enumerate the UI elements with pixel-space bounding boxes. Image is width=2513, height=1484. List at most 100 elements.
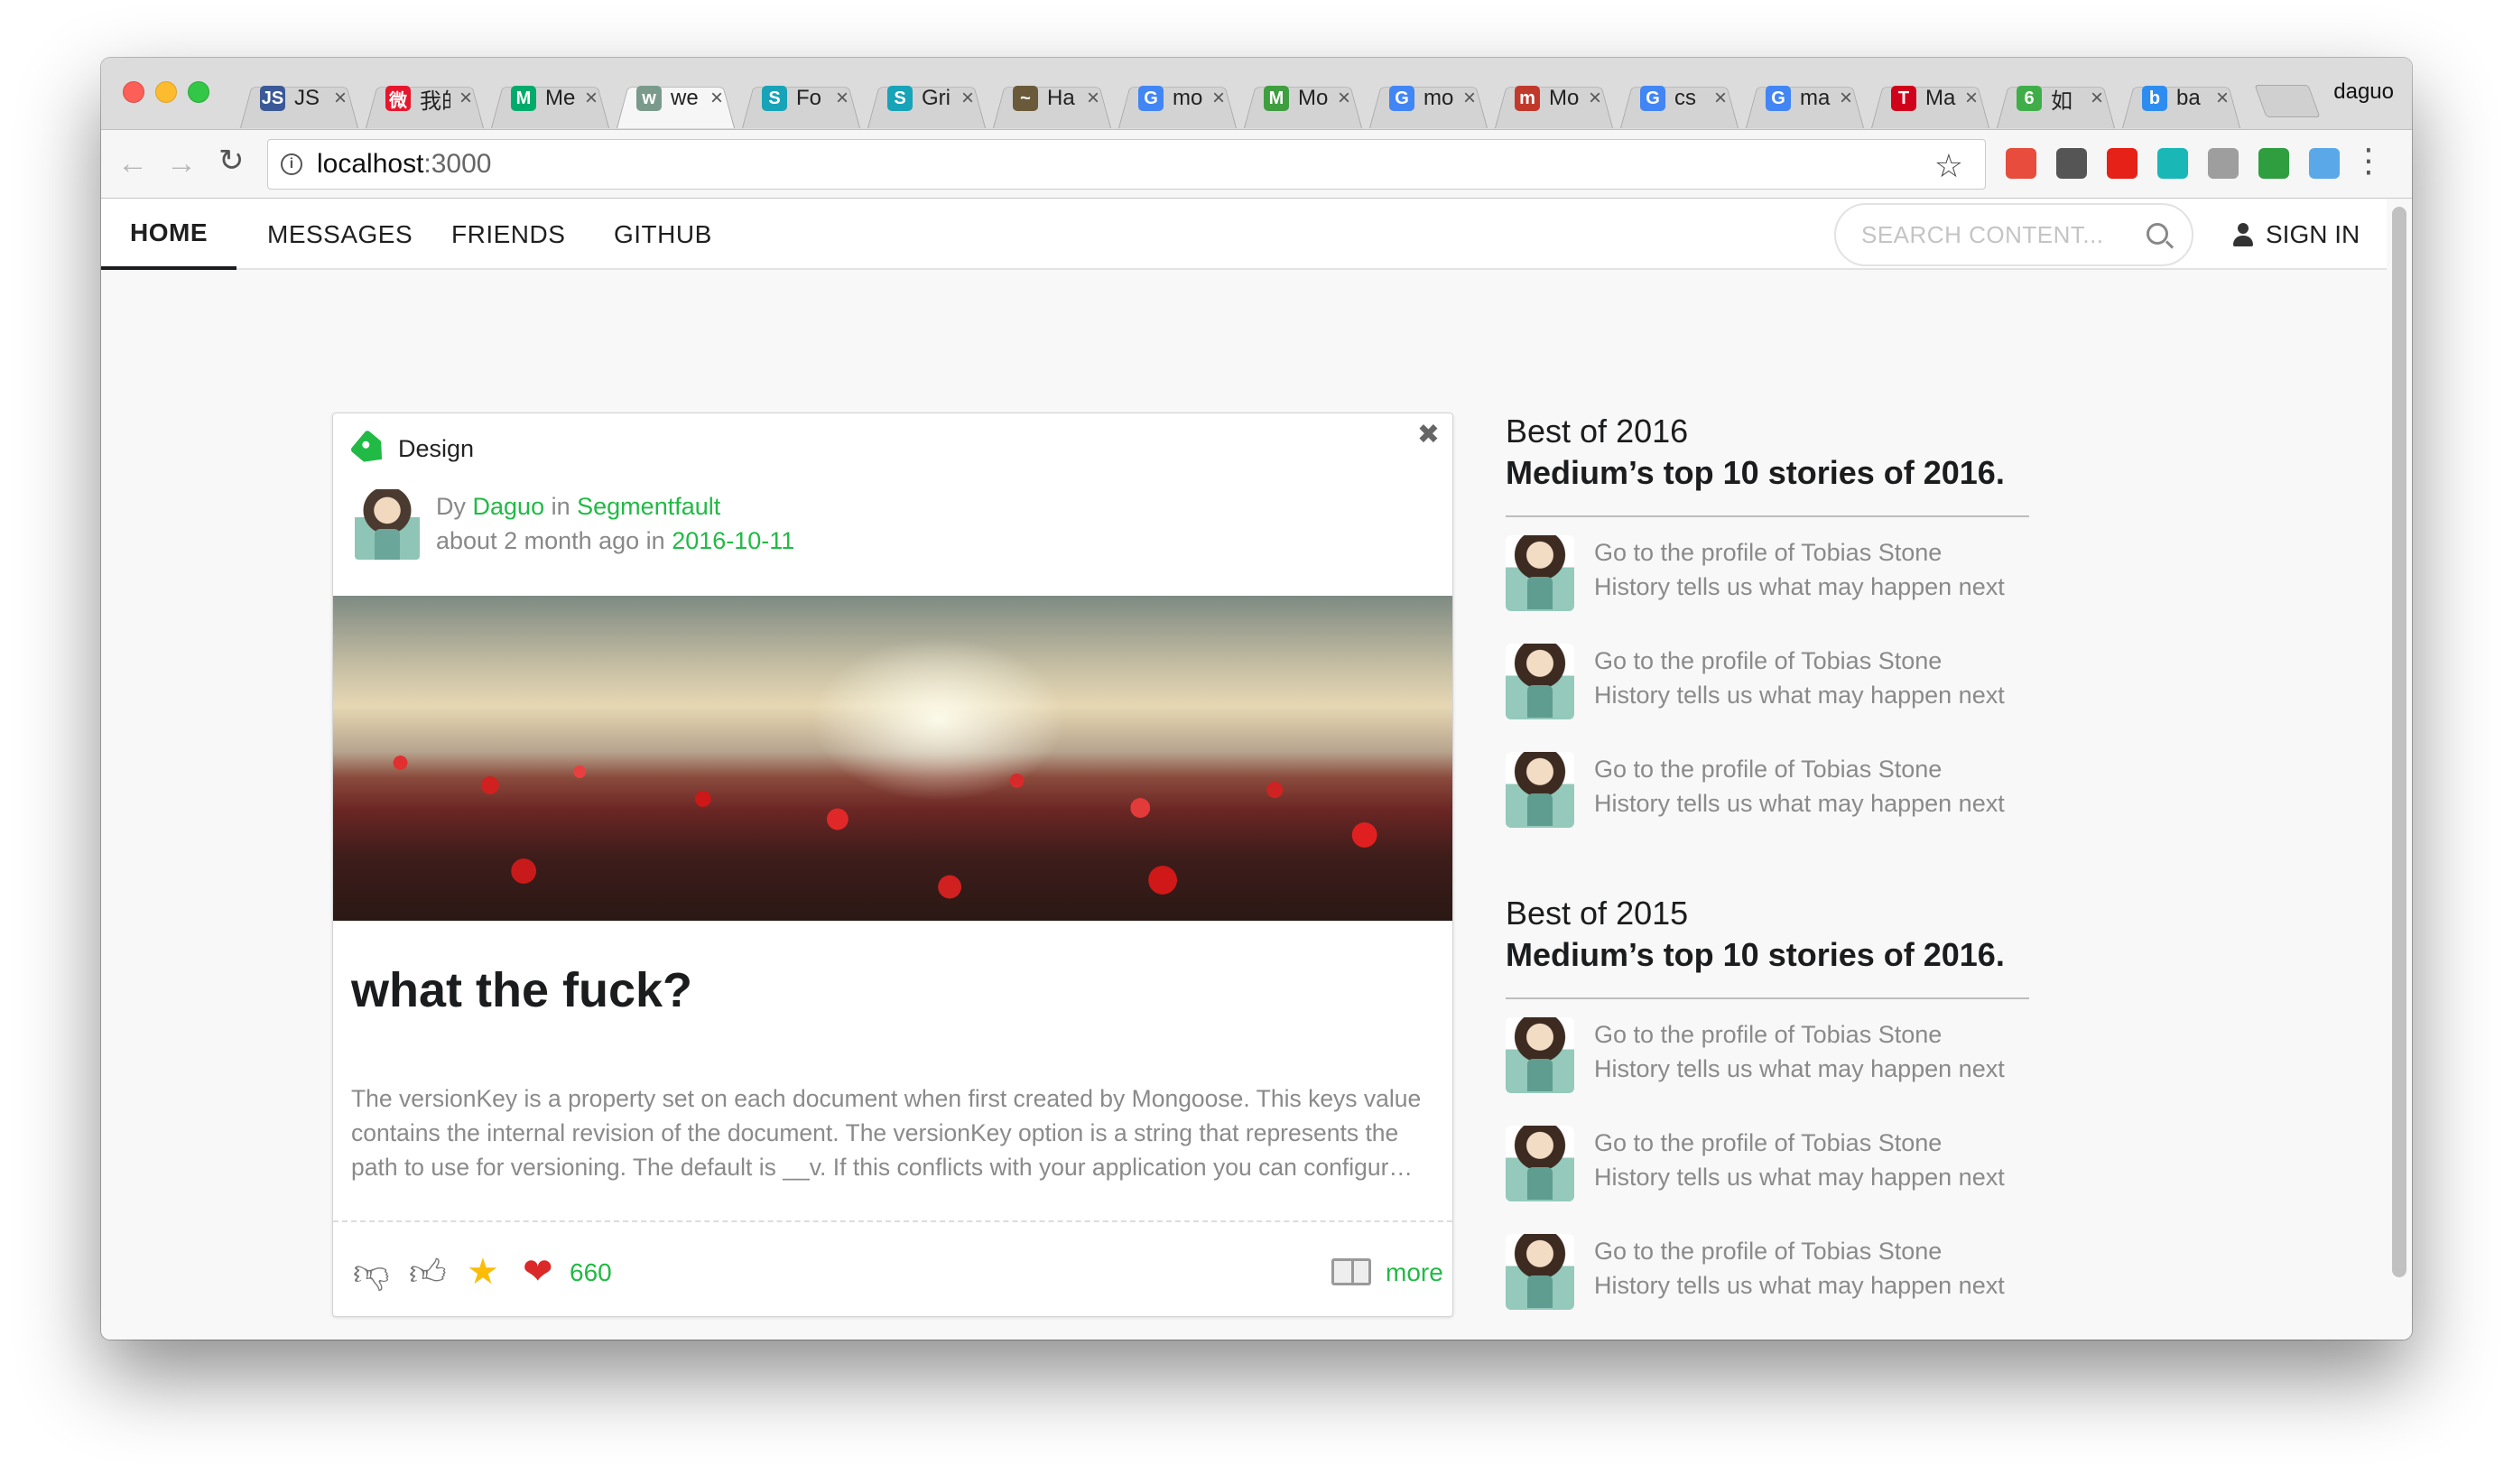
back-arrow-icon[interactable]: ← [117, 146, 148, 181]
tab-close-icon[interactable]: × [585, 86, 598, 111]
list-item[interactable]: Go to the profile of Tobias Stone Histor… [1506, 517, 2029, 626]
hero-image[interactable] [333, 596, 1452, 921]
nav-home[interactable]: HOME [101, 199, 236, 270]
sign-in-button[interactable]: SIGN IN [2233, 199, 2360, 270]
extension-icon[interactable] [2006, 148, 2036, 179]
zoom-window-button[interactable] [188, 81, 209, 103]
profile-link[interactable]: Go to the profile of Tobias Stone [1594, 535, 2005, 570]
story-title[interactable]: History tells us what may happen next [1594, 1052, 2005, 1086]
nav-friends[interactable]: FRIENDS [451, 199, 565, 270]
author-link[interactable]: Daguo [473, 493, 545, 520]
browser-tab[interactable]: M Mo × [1240, 69, 1366, 128]
author-row: Dy Daguo in Segmentfault about 2 month a… [355, 489, 794, 560]
tab-close-icon[interactable]: × [710, 86, 723, 111]
tab-close-icon[interactable]: × [1338, 86, 1350, 111]
tab-close-icon[interactable]: × [2216, 86, 2229, 111]
avatar [1506, 1234, 1574, 1310]
star-icon[interactable]: ★ [467, 1251, 499, 1293]
list-item[interactable]: Go to the profile of Tobias Stone Histor… [1506, 1216, 2029, 1324]
browser-tab[interactable]: ~ Ha × [989, 69, 1115, 128]
browser-tab[interactable]: Gmo × [1115, 69, 1240, 128]
tab-close-icon[interactable]: × [1714, 86, 1727, 111]
tab-close-icon[interactable]: × [334, 86, 347, 111]
reload-icon[interactable]: ↻ [218, 143, 245, 179]
tab-close-icon[interactable]: × [2091, 86, 2103, 111]
extension-icon[interactable] [2157, 148, 2188, 179]
browser-tab[interactable]: w we × [613, 69, 738, 128]
avatar [1506, 1017, 1574, 1093]
browser-tab[interactable]: JS JS × [236, 69, 362, 128]
publication-link[interactable]: Segmentfault [577, 493, 720, 520]
thumbs-down-icon[interactable]: 👎︎ [353, 1251, 390, 1294]
book-icon[interactable] [1331, 1258, 1371, 1285]
extension-icon[interactable] [2208, 148, 2239, 179]
tag-label[interactable]: Design [398, 435, 474, 463]
story-title[interactable]: History tells us what may happen next [1594, 1160, 2005, 1194]
tab-close-icon[interactable]: × [1840, 86, 1852, 111]
vertical-scrollbar[interactable] [2392, 207, 2406, 1277]
more-link[interactable]: more [1386, 1258, 1443, 1287]
tab-close-icon[interactable]: × [1087, 86, 1099, 111]
tab-close-icon[interactable]: × [836, 86, 848, 111]
profile-link[interactable]: Go to the profile of Tobias Stone [1594, 644, 2005, 678]
article-title[interactable]: what the fuck? [351, 962, 692, 1018]
minimize-window-button[interactable] [155, 81, 177, 103]
story-title[interactable]: History tells us what may happen next [1594, 1268, 2005, 1303]
tab-close-icon[interactable]: × [1212, 86, 1225, 111]
close-icon[interactable]: ✖ [1417, 419, 1440, 450]
profile-link[interactable]: Go to the profile of Tobias Stone [1594, 752, 2005, 786]
browser-tab[interactable]: m Mo × [1491, 69, 1617, 128]
extension-icon[interactable] [2309, 148, 2340, 179]
author-avatar[interactable] [355, 489, 420, 560]
story-title[interactable]: History tells us what may happen next [1594, 570, 2005, 604]
more-menu-icon[interactable]: ⋮ [2352, 144, 2385, 177]
browser-tab[interactable]: Gma × [1742, 69, 1868, 128]
profile-name[interactable]: daguo [2333, 79, 2394, 105]
nav-github[interactable]: GITHUB [614, 199, 712, 270]
url-text[interactable]: localhost:3000 [317, 149, 491, 180]
info-icon[interactable]: i [281, 153, 302, 175]
extension-icon[interactable] [2107, 148, 2137, 179]
date-link[interactable]: 2016-10-11 [672, 527, 794, 554]
address-bar[interactable]: i localhost:3000 ☆ [267, 139, 1986, 190]
close-window-button[interactable] [123, 81, 144, 103]
story-title[interactable]: History tells us what may happen next [1594, 786, 2005, 821]
section-heading: Best of 2015 Medium’s top 10 stories of … [1506, 893, 2029, 976]
tab-favicon-icon: M [511, 86, 536, 111]
new-tab-button[interactable] [2254, 85, 2321, 117]
extension-icon[interactable] [2258, 148, 2289, 179]
list-item[interactable]: Go to the profile of Tobias Stone Histor… [1506, 1108, 2029, 1216]
search-input[interactable] [1861, 220, 2132, 249]
tab-close-icon[interactable]: × [961, 86, 974, 111]
browser-tab[interactable]: M Me × [487, 69, 613, 128]
list-item[interactable]: Go to the profile of Tobias Stone Histor… [1506, 999, 2029, 1108]
list-item[interactable]: Go to the profile of Tobias Stone Histor… [1506, 734, 2029, 842]
browser-tab[interactable]: 6 如 × [1993, 69, 2119, 128]
browser-tab[interactable]: S Gri × [864, 69, 989, 128]
tab-close-icon[interactable]: × [1463, 86, 1476, 111]
tab-favicon-icon: G [1389, 86, 1414, 111]
profile-link[interactable]: Go to the profile of Tobias Stone [1594, 1017, 2005, 1052]
bookmark-star-icon[interactable]: ☆ [1934, 147, 1963, 185]
list-item[interactable]: Go to the profile of Tobias Stone Histor… [1506, 626, 2029, 734]
browser-tab[interactable]: Gcs × [1617, 69, 1742, 128]
nav-messages[interactable]: MESSAGES [267, 199, 413, 270]
heart-icon[interactable]: ❤ [523, 1251, 553, 1293]
profile-link[interactable]: Go to the profile of Tobias Stone [1594, 1126, 2005, 1160]
forward-arrow-icon[interactable]: → [166, 146, 197, 181]
tab-title: Fo [796, 86, 822, 110]
tab-favicon-icon: 微 [385, 86, 411, 111]
extension-icon[interactable] [2056, 148, 2087, 179]
browser-tab[interactable]: Gmo × [1366, 69, 1491, 128]
tab-close-icon[interactable]: × [1589, 86, 1601, 111]
thumbs-up-icon[interactable]: 👍︎ [409, 1251, 447, 1294]
browser-tab[interactable]: 微我的 × [362, 69, 487, 128]
tab-close-icon[interactable]: × [1965, 86, 1978, 111]
browser-tab[interactable]: S Fo × [738, 69, 864, 128]
story-title[interactable]: History tells us what may happen next [1594, 678, 2005, 712]
browser-tab[interactable]: b ba × [2119, 69, 2244, 128]
profile-link[interactable]: Go to the profile of Tobias Stone [1594, 1234, 2005, 1268]
search-icon[interactable] [2147, 223, 2168, 245]
tab-close-icon[interactable]: × [459, 86, 472, 111]
browser-tab[interactable]: T Ma × [1868, 69, 1993, 128]
